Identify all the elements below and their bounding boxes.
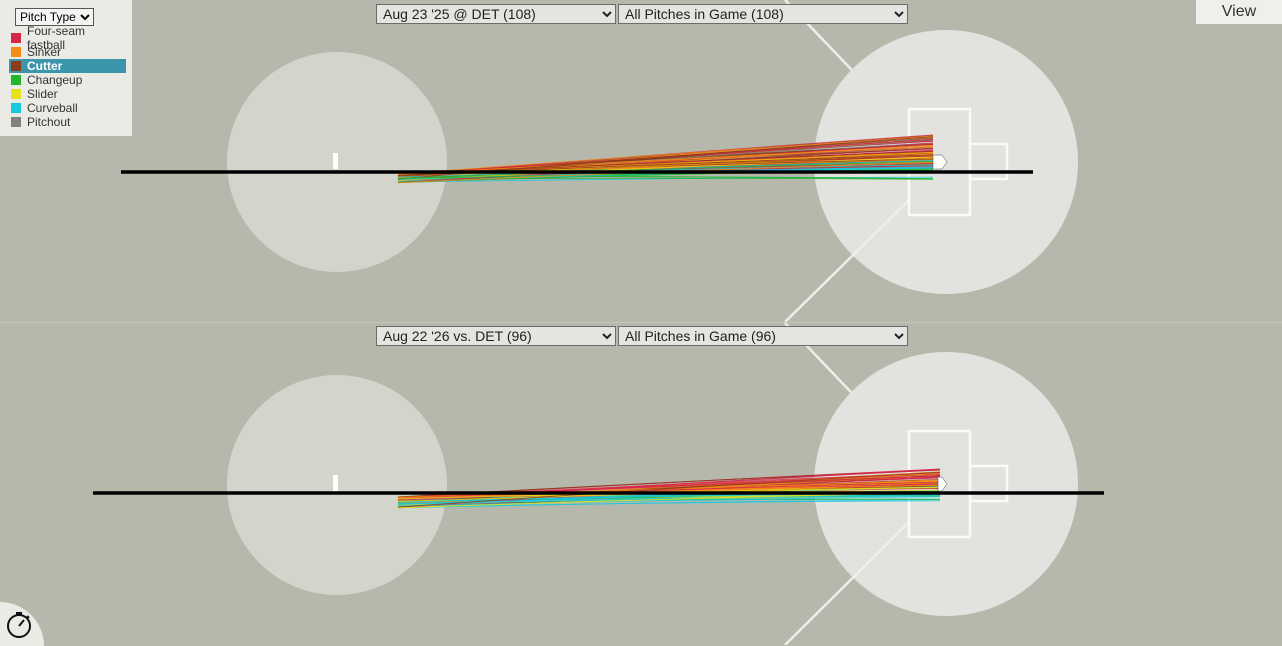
stopwatch-icon xyxy=(7,612,31,638)
color-swatch xyxy=(11,61,21,71)
legend-item-four-seam[interactable]: Four-seam fastball xyxy=(9,24,126,52)
pitching-rubber xyxy=(333,475,338,491)
legend-item-changeup[interactable]: Changeup xyxy=(9,73,126,87)
game-select-top[interactable]: Aug 23 '25 @ DET (108) xyxy=(376,4,616,24)
color-swatch xyxy=(11,47,21,57)
color-swatch xyxy=(11,75,21,85)
pitch-filter-select-bottom[interactable]: All Pitches in Game (96) xyxy=(618,326,908,346)
view-button[interactable]: View xyxy=(1196,0,1282,24)
legend-item-slider[interactable]: Slider xyxy=(9,87,126,101)
color-swatch xyxy=(11,89,21,99)
pitch-type-legend: Pitch Type Four-seam fastball Sinker Cut… xyxy=(0,0,132,136)
pitch-filter-select-top[interactable]: All Pitches in Game (108) xyxy=(618,4,908,24)
legend-item-pitchout[interactable]: Pitchout xyxy=(9,115,126,129)
legend-item-label: Slider xyxy=(27,87,58,101)
legend-list: Four-seam fastball Sinker Cutter Changeu… xyxy=(9,24,126,129)
color-swatch xyxy=(11,117,21,127)
legend-item-curveball[interactable]: Curveball xyxy=(9,101,126,115)
game-select-bottom[interactable]: Aug 22 '26 vs. DET (96) xyxy=(376,326,616,346)
pitch-view-panel-bottom: Aug 22 '26 vs. DET (96) All Pitches in G… xyxy=(0,322,1282,645)
legend-item-label: Pitchout xyxy=(27,115,71,129)
field-diagram xyxy=(93,323,1104,645)
field-diagram xyxy=(121,0,1078,322)
legend-item-cutter[interactable]: Cutter xyxy=(9,59,126,73)
legend-item-label: Cutter xyxy=(27,59,63,73)
legend-item-label: Curveball xyxy=(27,101,78,115)
legend-item-label: Changeup xyxy=(27,73,83,87)
color-swatch xyxy=(11,103,21,113)
pitch-view-panel-top: Aug 23 '25 @ DET (108) All Pitches in Ga… xyxy=(0,0,1282,322)
color-swatch xyxy=(11,33,21,43)
legend-item-label: Sinker xyxy=(27,45,62,59)
pitching-rubber xyxy=(333,153,338,169)
